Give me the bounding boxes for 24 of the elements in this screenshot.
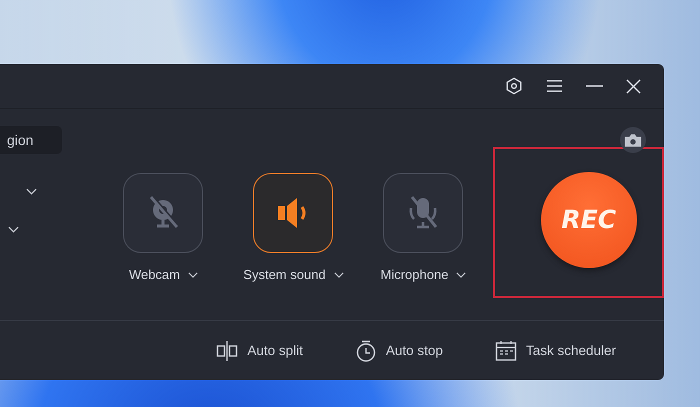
task-scheduler-button[interactable]: Task scheduler: [494, 340, 616, 362]
speaker-toggle[interactable]: [253, 173, 334, 253]
webcam-toggle[interactable]: [123, 173, 204, 253]
webcam-dropdown[interactable]: Webcam: [124, 265, 202, 284]
menu-icon[interactable]: [546, 79, 563, 93]
camera-icon: [624, 132, 642, 148]
chevron-icon[interactable]: [8, 226, 19, 233]
chevron-icon[interactable]: [26, 188, 37, 195]
microphone-toggle[interactable]: [383, 173, 464, 253]
chevron-icon: [456, 272, 466, 278]
chevron-icon: [334, 272, 344, 278]
timer-icon: [354, 340, 377, 362]
auto-split-button[interactable]: Auto split: [216, 340, 303, 362]
calendar-icon: [494, 340, 517, 362]
screenshot-button[interactable]: [620, 127, 646, 153]
settings-icon[interactable]: [505, 76, 523, 96]
minimize-icon[interactable]: [586, 85, 603, 87]
microphone-dropdown[interactable]: Microphone: [376, 265, 470, 284]
region-field[interactable]: gion: [0, 126, 62, 154]
chevron-icon: [188, 272, 198, 278]
auto-stop-button[interactable]: Auto stop: [354, 340, 443, 362]
split-icon: [216, 340, 238, 362]
speaker-dropdown[interactable]: System sound: [239, 265, 348, 284]
close-icon[interactable]: [626, 78, 641, 94]
